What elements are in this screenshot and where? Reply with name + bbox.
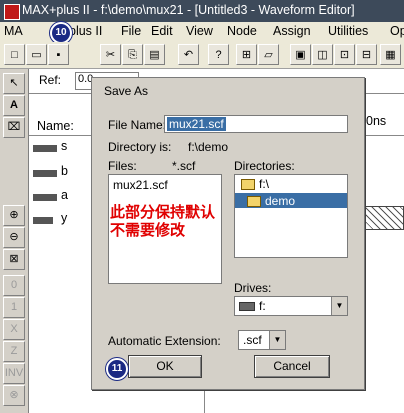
file-name-value: mux21.scf <box>167 117 226 131</box>
directories-list[interactable]: f:\ demo <box>234 174 348 258</box>
menu-maxplus[interactable]: plus II <box>69 24 102 38</box>
menu-maxplus-prefix[interactable]: MA <box>4 24 23 38</box>
timing-icon[interactable]: ⊡ <box>334 44 355 65</box>
menu-node[interactable]: Node <box>227 24 257 38</box>
new-icon[interactable]: □ <box>4 44 25 65</box>
clock-icon[interactable]: ⊗ <box>3 385 25 406</box>
menu-bar: MA plus II File Edit View Node Assign Ut… <box>0 22 404 44</box>
pointer-tool-icon[interactable]: ↖ <box>3 73 25 94</box>
directory-item-demo[interactable]: demo <box>265 194 295 208</box>
directory-item-root[interactable]: f:\ <box>259 177 269 191</box>
input-pin-icon <box>33 194 57 201</box>
file-item[interactable]: mux21.scf <box>113 178 168 192</box>
toolbar: □ ▭ ▪ ✂ ⎘ ▤ ↶ ? ⊞ ▱ ▣ ◫ ⊡ ⊟ ▦ <box>0 42 404 69</box>
undefined-waveform <box>364 206 404 230</box>
chevron-down-icon[interactable]: ▼ <box>269 331 285 349</box>
open-icon[interactable]: ▭ <box>26 44 47 65</box>
drives-select[interactable]: f: ▼ <box>234 296 348 316</box>
directory-value: f:\demo <box>188 140 229 154</box>
auto-extension-label: Automatic Extension: <box>108 334 221 348</box>
dialog-title: Save As <box>104 84 149 98</box>
menu-edit[interactable]: Edit <box>151 24 173 38</box>
compile-icon[interactable]: ▣ <box>290 44 311 65</box>
directories-label: Directories: <box>234 159 295 173</box>
cut-icon[interactable]: ✂ <box>100 44 121 65</box>
save-icon[interactable]: ▪ <box>48 44 69 65</box>
auto-extension-select[interactable]: .scf ▼ <box>238 330 286 350</box>
menu-options[interactable]: Options <box>390 24 404 38</box>
auto-extension-value: .scf <box>243 333 262 347</box>
file-name-input[interactable]: mux21.scf <box>164 115 348 133</box>
programmer-icon[interactable]: ⊟ <box>356 44 377 65</box>
menu-view[interactable]: View <box>186 24 213 38</box>
chevron-down-icon[interactable]: ▼ <box>331 297 347 315</box>
menu-utilities[interactable]: Utilities <box>328 24 368 38</box>
app-icon <box>4 4 20 20</box>
input-pin-icon <box>33 145 57 152</box>
window-title: MAX+plus II - f:\demo\mux21 - [Untitled3… <box>22 3 355 17</box>
file-name-label: File Name: <box>108 118 167 132</box>
invert-icon[interactable]: INV <box>3 363 25 384</box>
zoom-in-icon[interactable]: ⊕ <box>3 205 25 226</box>
unknown-level-icon[interactable]: X <box>3 319 25 340</box>
high-level-icon[interactable]: 1 <box>3 297 25 318</box>
signal-b[interactable]: b <box>61 164 68 178</box>
title-bar: MAX+plus II - f:\demo\mux21 - [Untitled3… <box>0 0 404 22</box>
drives-label: Drives: <box>234 281 272 295</box>
tool-palette: ↖ A ⌧ ⊕ ⊖ ⊠ 0 1 X Z INV ⊗ <box>0 69 29 413</box>
menu-assign[interactable]: Assign <box>273 24 311 38</box>
signal-a[interactable]: a <box>61 188 68 202</box>
ref-label: Ref: <box>39 73 62 87</box>
files-filter: *.scf <box>172 159 196 173</box>
cancel-button[interactable]: Cancel <box>254 355 330 378</box>
hierarchy-icon[interactable]: ⊞ <box>236 44 257 65</box>
annotation-line-2: 不需要修改 <box>110 222 186 239</box>
drive-value: f: <box>259 299 266 313</box>
step-badge-10: 10 <box>50 22 72 44</box>
zoom-out-icon[interactable]: ⊖ <box>3 227 25 248</box>
menu-file[interactable]: File <box>121 24 141 38</box>
help-icon[interactable]: ? <box>208 44 229 65</box>
low-level-icon[interactable]: 0 <box>3 275 25 296</box>
floorplan-icon[interactable]: ▦ <box>380 44 401 65</box>
fit-window-icon[interactable]: ⊠ <box>3 249 25 270</box>
waveform-draw-icon[interactable]: ⌧ <box>3 117 25 138</box>
folder-icon[interactable]: ▱ <box>258 44 279 65</box>
folder-open-icon <box>241 179 255 190</box>
name-column-header: Name: <box>37 119 74 133</box>
folder-icon <box>247 196 261 207</box>
high-z-icon[interactable]: Z <box>3 341 25 362</box>
signal-y[interactable]: y <box>61 211 67 225</box>
input-pin-icon <box>33 170 57 177</box>
undo-icon[interactable]: ↶ <box>178 44 199 65</box>
copy-icon[interactable]: ⎘ <box>122 44 143 65</box>
output-pin-icon <box>33 217 53 224</box>
annotation-line-1: 此部分保持默认 <box>110 204 216 221</box>
time-tick: 0ns <box>366 114 387 128</box>
paste-icon[interactable]: ▤ <box>144 44 165 65</box>
signal-s[interactable]: s <box>61 139 67 153</box>
ok-button[interactable]: OK <box>128 355 202 378</box>
files-label: Files: <box>108 159 137 173</box>
step-badge-11: 11 <box>106 358 128 380</box>
simulate-icon[interactable]: ◫ <box>312 44 333 65</box>
directory-label: Directory is: <box>108 140 172 154</box>
text-tool-icon[interactable]: A <box>3 95 25 116</box>
save-as-dialog: Save As File Name: mux21.scf Directory i… <box>91 77 365 390</box>
drive-icon <box>239 302 255 311</box>
